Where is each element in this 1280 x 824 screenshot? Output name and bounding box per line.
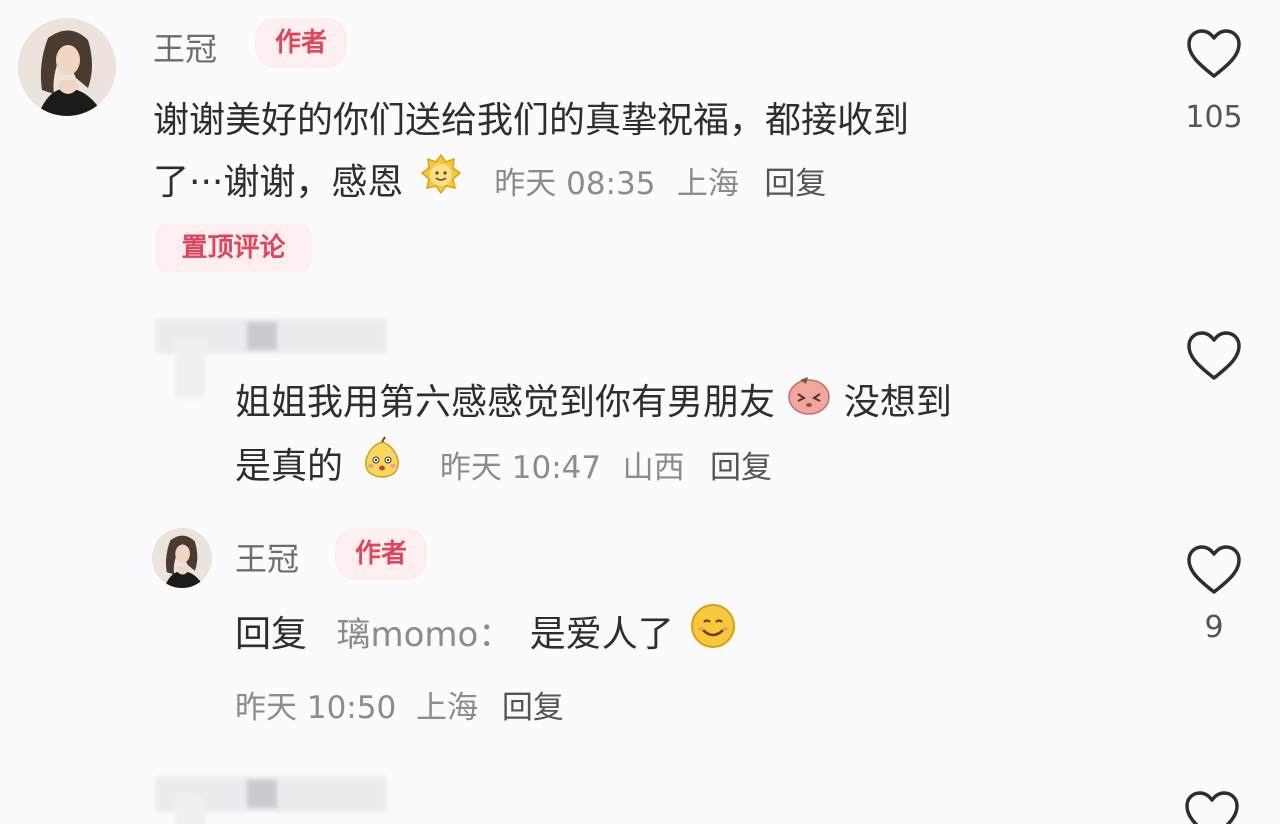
like-button[interactable]: 105	[1172, 28, 1256, 135]
like-button[interactable]	[1184, 790, 1240, 824]
heart-icon	[1187, 545, 1241, 594]
like-count: 105	[1185, 100, 1243, 135]
shy-pear-emoji	[360, 436, 404, 500]
comment-time: 昨天 08:35	[494, 166, 656, 202]
author-badge: 作者	[335, 528, 427, 580]
comment-location: 上海	[416, 690, 479, 726]
comment-text: 谢谢美好的你们送给我们的真挚祝福，都接收到 了···谢谢，感恩 昨天 08:35…	[153, 90, 1143, 216]
reply-prefix: 回复	[235, 614, 308, 655]
blush-face-emoji	[786, 372, 832, 436]
author-photo	[18, 18, 116, 116]
comment-line-1: 谢谢美好的你们送给我们的真挚祝福，都接收到	[153, 100, 910, 141]
comment-location: 上海	[676, 166, 739, 202]
sparkle-face-emoji	[419, 152, 463, 216]
pinned-comment-badge: 置顶评论	[155, 224, 312, 272]
comment-line-1-text: 姐姐我用第六感感觉到你有男朋友	[235, 382, 776, 423]
author-photo	[152, 528, 212, 588]
smile-face-emoji	[689, 602, 737, 670]
comment-line-1: 姐姐我用第六感感觉到你有男朋友 没想到	[235, 372, 1135, 436]
comment-time: 昨天 10:50	[235, 690, 397, 726]
heart-icon	[1187, 29, 1241, 78]
comment-body: 是爱人了	[529, 614, 674, 655]
comment-line-1-tail: 没想到	[843, 382, 952, 423]
comment-line-2: 是真的 昨天 10:47 山西 回复	[235, 436, 1135, 500]
username[interactable]: 王冠	[153, 24, 217, 70]
comment-location: 山西	[622, 450, 685, 486]
blurred-username	[155, 318, 387, 398]
avatar[interactable]	[152, 528, 212, 588]
reply-to-user[interactable]: 璃momo：	[336, 615, 512, 655]
author-badge: 作者	[255, 18, 347, 68]
comment-line-2-text: 是真的	[235, 446, 344, 487]
heart-icon	[1187, 331, 1241, 380]
comment-line-2: 了···谢谢，感恩 昨天 08:35 上海 回复	[153, 152, 1143, 216]
avatar[interactable]	[18, 18, 116, 116]
comment-text: 回复 璃momo： 是爱人了	[235, 602, 1135, 670]
like-button[interactable]	[1172, 330, 1256, 382]
reply-button[interactable]: 回复	[502, 690, 564, 726]
like-button[interactable]: 9	[1172, 544, 1256, 645]
blurred-username	[155, 776, 387, 824]
reply-button[interactable]: 回复	[710, 450, 772, 486]
heart-icon	[1185, 791, 1239, 824]
like-count: 9	[1204, 610, 1224, 645]
comment-text: 姐姐我用第六感感觉到你有男朋友 没想到 是真的 昨天 10:47 山西 回复	[235, 372, 1135, 500]
comment-time: 昨天 10:47	[439, 450, 602, 486]
comment-line-2-text: 了···谢谢，感恩	[153, 162, 404, 203]
username[interactable]: 王冠	[235, 534, 299, 580]
comment-meta: 昨天 10:50 上海 回复	[235, 682, 564, 727]
reply-button[interactable]: 回复	[764, 166, 826, 202]
